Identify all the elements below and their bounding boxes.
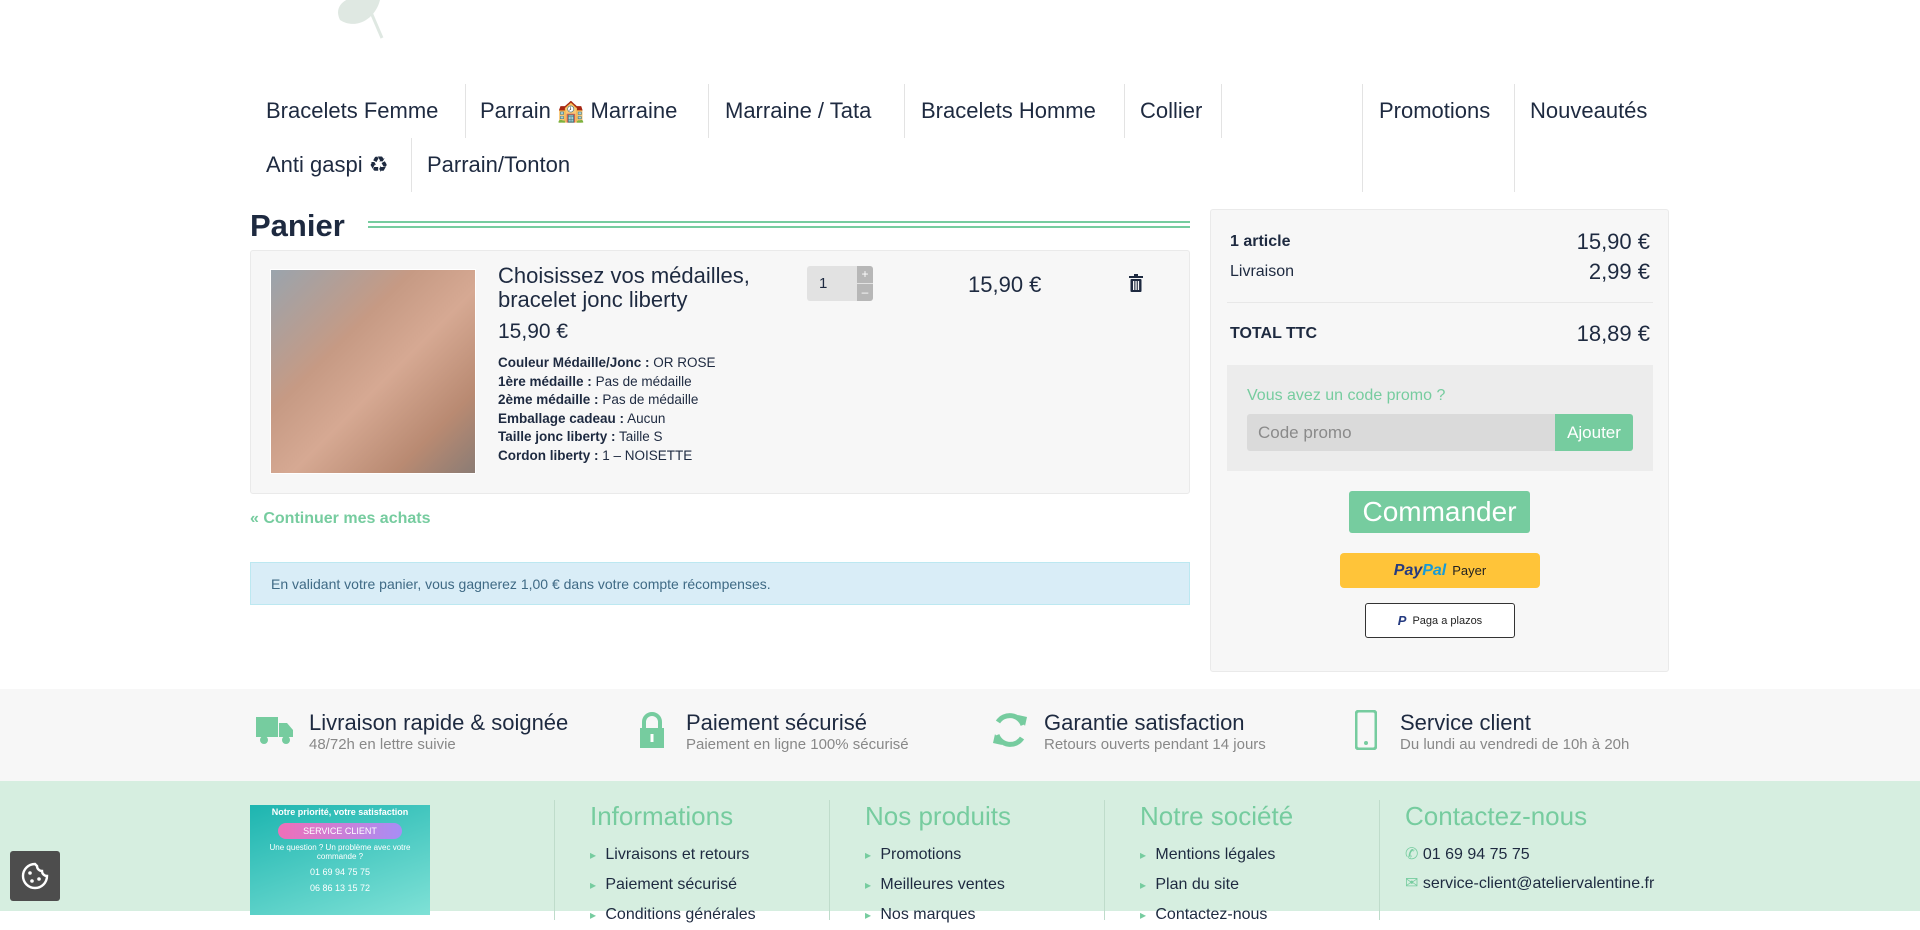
line-total: 15,90 € (968, 272, 1042, 297)
footer-heading: Contactez-nous (1405, 801, 1588, 831)
banner-phone: 01 69 94 75 75 (309, 867, 371, 877)
installments-label: Paga a plazos (1412, 614, 1483, 627)
attr-value: Aucun (627, 410, 666, 426)
nav-collier[interactable]: Collier (1140, 98, 1202, 124)
attr-label: Couleur Médaille/Jonc : (498, 355, 650, 370)
footer-heading: Nos produits (865, 801, 1011, 831)
lock-icon (632, 710, 672, 750)
contact-email[interactable]: service-client@ateliervalentine.fr (1423, 875, 1654, 892)
product-attributes: Couleur Médaille/Jonc : OR ROSE 1ère méd… (498, 354, 716, 465)
product-image[interactable] (270, 269, 476, 474)
footer-col-informations: Informations Livraisons et retoursPaiemen… (554, 800, 756, 923)
apply-promo-button[interactable]: Ajouter (1555, 414, 1633, 451)
nav-bracelets-homme[interactable]: Bracelets Homme (921, 98, 1096, 124)
phone-icon: ✆ (1405, 846, 1423, 863)
paypal-logo: PayPal (1393, 561, 1447, 579)
articles-label: 1 article (1230, 233, 1291, 250)
footer-link[interactable]: Conditions générales (590, 900, 755, 930)
attr-label: Cordon liberty : (498, 447, 599, 463)
checkout-button[interactable]: Commander (1349, 491, 1530, 533)
footer-col-societe: Notre société Mentions légalesPlan du sit… (1104, 800, 1294, 923)
articles-value: 15,90 € (1576, 229, 1650, 254)
footer-heading: Informations (590, 801, 734, 831)
logo-leaf (338, 0, 384, 39)
trash-icon[interactable] (1129, 274, 1143, 292)
nav-nouveautes[interactable]: Nouveautés (1530, 98, 1647, 124)
attr-value: Pas de médaille (595, 373, 692, 389)
cookie-icon (21, 862, 49, 890)
nav-anti-gaspi[interactable]: Anti gaspi ♻ (266, 152, 388, 178)
feature-title: Livraison rapide & soignée (309, 710, 569, 735)
banner-title: Notre priorité, votre satisfaction (271, 807, 409, 817)
nav-marraine-tata[interactable]: Marraine / Tata (725, 98, 871, 124)
attr-label: 1ère médaille : (498, 373, 592, 389)
attr-value: Pas de médaille (602, 392, 699, 407)
shipping-label: Livraison (1230, 263, 1295, 280)
total-value: 18,89 € (1576, 321, 1650, 346)
feature-title: Service client (1400, 710, 1531, 735)
contact-phone[interactable]: 01 69 94 75 75 (1423, 846, 1530, 863)
attr-label: Emballage cadeau : (498, 410, 625, 426)
promo-question[interactable]: Vous avez un code promo ? (1247, 387, 1445, 405)
banner-mobile: 06 86 13 15 72 (309, 883, 371, 893)
continue-shopping-link[interactable]: « Continuer mes achats (250, 510, 431, 528)
banner-pill: SERVICE CLIENT (278, 823, 402, 839)
footer-link[interactable]: Nos marques (865, 900, 1011, 930)
attr-value: 1 – NOISETTE (602, 447, 693, 463)
phone-icon (1346, 710, 1386, 750)
feature-subtitle: Retours ouverts pendant 14 jours (1044, 736, 1266, 753)
footer-link[interactable]: Mentions légales (1140, 840, 1293, 870)
product-name[interactable]: Choisissez vos médailles, bracelet jonc … (498, 264, 798, 312)
continue-label: Continuer mes achats (263, 510, 431, 527)
paypal-label: Payer (1452, 563, 1487, 578)
footer-col-contact: Contactez-nous ✆ 01 69 94 75 75 ✉ servic… (1379, 800, 1654, 920)
footer-link[interactable]: Paiement sécurisé (590, 870, 756, 900)
feature-subtitle: 48/72h en lettre suivie (309, 736, 456, 753)
footer-col-produits: Nos produitsPromotionsMeilleures ventesN… (829, 800, 1011, 923)
feature-service: Service client Du lundi au vendredi de 10… (1346, 710, 1629, 753)
feature-shipping: Livraison rapide & soignée 48/72h en lett… (255, 710, 568, 753)
nav-parrain-marraine[interactable]: Parrain 🏫 Marraine (480, 98, 677, 124)
feature-payment: Paiement sécurisé Paiement en ligne 100% … (632, 710, 909, 753)
title-divider (368, 221, 1190, 228)
feature-title: Paiement sécurisé (686, 710, 867, 735)
promo-code-input[interactable] (1247, 414, 1556, 451)
rewards-info: En validant votre panier, vous gagnerez … (250, 562, 1190, 605)
nav-parrain-tonton[interactable]: Parrain/Tonton (427, 152, 570, 178)
chevron-left-icon: « (250, 510, 264, 527)
paypal-icon: P (1397, 613, 1407, 628)
footer-link[interactable]: Promotions (865, 840, 1011, 870)
product-price: 15,90 € (498, 320, 569, 343)
nav-promotions[interactable]: Promotions (1379, 98, 1490, 124)
cookie-settings-button[interactable] (10, 851, 60, 901)
attr-label: Taille jonc liberty : (498, 429, 616, 444)
footer-link[interactable]: Meilleures ventes (865, 870, 1011, 900)
service-client-banner[interactable]: Notre priorité, votre satisfaction SERVI… (250, 805, 430, 915)
feature-guarantee: Garantie satisfaction Retours ouverts pen… (990, 710, 1266, 753)
summary-divider (1227, 302, 1653, 303)
footer-link[interactable]: Livraisons et retours (590, 840, 756, 870)
feature-title: Garantie satisfaction (1044, 710, 1245, 735)
envelope-icon: ✉ (1405, 875, 1423, 892)
page-title: Panier (250, 208, 345, 243)
shipping-value: 2,99 € (1588, 259, 1650, 284)
quantity-increase-button[interactable]: + (857, 266, 873, 283)
attr-label: 2ème médaille : (498, 392, 599, 407)
pay-in-installments-button[interactable]: P Paga a plazos (1365, 603, 1515, 638)
total-label: TOTAL TTC (1230, 325, 1318, 342)
quantity-decrease-button[interactable]: – (857, 284, 873, 301)
feature-subtitle: Du lundi au vendredi de 10h à 20h (1400, 736, 1630, 753)
paypal-button[interactable]: PayPal Payer (1340, 553, 1540, 588)
footer-heading: Notre société (1140, 801, 1294, 831)
footer-link[interactable]: Contactez-nous (1140, 900, 1293, 930)
banner-text: Une question ? Un problème avec votre co… (269, 843, 411, 861)
nav-bracelets-femme[interactable]: Bracelets Femme (266, 98, 438, 124)
feature-subtitle: Paiement en ligne 100% sécurisé (686, 736, 909, 753)
attr-value: Taille S (619, 429, 663, 444)
attr-value: OR ROSE (653, 355, 716, 370)
footer-link[interactable]: Plan du site (1140, 870, 1293, 900)
truck-icon (255, 710, 295, 750)
refresh-icon (990, 710, 1030, 750)
